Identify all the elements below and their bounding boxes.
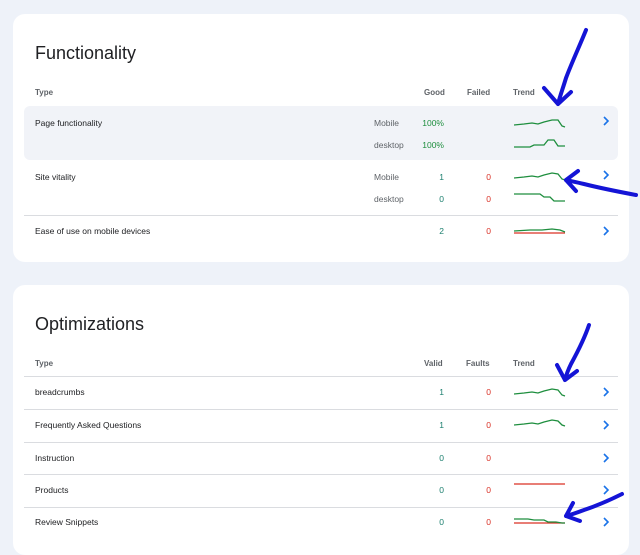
table-row-faq[interactable]: Frequently Asked Questions 1 0 bbox=[24, 410, 618, 442]
row-label: breadcrumbs bbox=[35, 387, 85, 397]
faults-value: 0 bbox=[486, 387, 491, 397]
failed-value: 0 bbox=[486, 226, 491, 236]
trend-sparkline-mobile bbox=[514, 172, 566, 181]
device-desktop: desktop bbox=[374, 140, 404, 150]
header-good: Good bbox=[424, 88, 445, 97]
row-label: Ease of use on mobile devices bbox=[35, 226, 151, 236]
header-trend: Trend bbox=[513, 359, 535, 368]
row-label: Page functionality bbox=[35, 118, 103, 128]
failed-value: 0 bbox=[486, 172, 491, 182]
chevron-right-icon[interactable] bbox=[599, 515, 613, 529]
good-value: 100% bbox=[422, 140, 444, 150]
trend-sparkline bbox=[514, 388, 566, 397]
table-row-page-functionality[interactable]: Page functionality Mobile 100% desktop 1… bbox=[24, 106, 618, 160]
good-value: 100% bbox=[422, 118, 444, 128]
chevron-right-icon[interactable] bbox=[599, 483, 613, 497]
good-value: 0 bbox=[439, 194, 444, 204]
trend-sparkline-mobile bbox=[514, 119, 566, 128]
faults-value: 0 bbox=[486, 485, 491, 495]
optimizations-card: Optimizations Type Valid Faults Trend br… bbox=[13, 285, 629, 555]
header-type: Type bbox=[35, 359, 54, 368]
trend-sparkline bbox=[514, 483, 565, 485]
faults-value: 0 bbox=[486, 517, 491, 527]
header-failed: Failed bbox=[467, 88, 491, 97]
trend-sparkline bbox=[514, 419, 566, 427]
row-label: Review Snippets bbox=[35, 517, 99, 527]
device-mobile: Mobile bbox=[374, 118, 400, 128]
valid-value: 1 bbox=[439, 420, 444, 430]
device-desktop: desktop bbox=[374, 194, 404, 204]
chevron-right-icon[interactable] bbox=[599, 224, 613, 238]
chevron-right-icon[interactable] bbox=[599, 385, 613, 399]
header-faults: Faults bbox=[466, 359, 490, 368]
table-row-breadcrumbs[interactable]: breadcrumbs 1 0 bbox=[24, 377, 618, 409]
faults-value: 0 bbox=[486, 453, 491, 463]
table-row-ease-of-use[interactable]: Ease of use on mobile devices 2 0 bbox=[24, 216, 618, 250]
valid-value: 0 bbox=[439, 453, 444, 463]
table-row-review-snippets[interactable]: Review Snippets 0 0 bbox=[24, 508, 618, 540]
table-row-instruction[interactable]: Instruction 0 0 bbox=[24, 443, 618, 475]
trend-sparkline bbox=[514, 518, 565, 524]
trend-sparkline-desktop bbox=[514, 139, 565, 148]
device-mobile: Mobile bbox=[374, 172, 400, 182]
header-valid: Valid bbox=[424, 359, 443, 368]
faults-value: 0 bbox=[486, 420, 491, 430]
row-label: Site vitality bbox=[35, 172, 76, 182]
table-row-site-vitality[interactable]: Site vitality Mobile 1 0 desktop 0 0 bbox=[24, 160, 618, 214]
failed-value: 0 bbox=[486, 194, 491, 204]
valid-value: 1 bbox=[439, 387, 444, 397]
chevron-right-icon[interactable] bbox=[599, 451, 613, 465]
row-label: Products bbox=[35, 485, 69, 495]
functionality-card: Functionality Type Good Failed Trend Pag… bbox=[13, 14, 629, 262]
optimizations-title: Optimizations bbox=[35, 314, 145, 334]
chevron-right-icon[interactable] bbox=[599, 114, 613, 128]
trend-sparkline bbox=[514, 228, 566, 234]
chevron-right-icon[interactable] bbox=[599, 418, 613, 432]
row-label: Frequently Asked Questions bbox=[35, 420, 142, 430]
table-row-products[interactable]: Products 0 0 bbox=[24, 475, 618, 507]
good-value: 1 bbox=[439, 172, 444, 182]
valid-value: 0 bbox=[439, 485, 444, 495]
valid-value: 0 bbox=[439, 517, 444, 527]
chevron-right-icon[interactable] bbox=[599, 168, 613, 182]
trend-sparkline-desktop bbox=[514, 193, 565, 202]
functionality-title: Functionality bbox=[35, 43, 137, 63]
header-trend: Trend bbox=[513, 88, 535, 97]
good-value: 2 bbox=[439, 226, 444, 236]
row-label: Instruction bbox=[35, 453, 75, 463]
header-type: Type bbox=[35, 88, 54, 97]
